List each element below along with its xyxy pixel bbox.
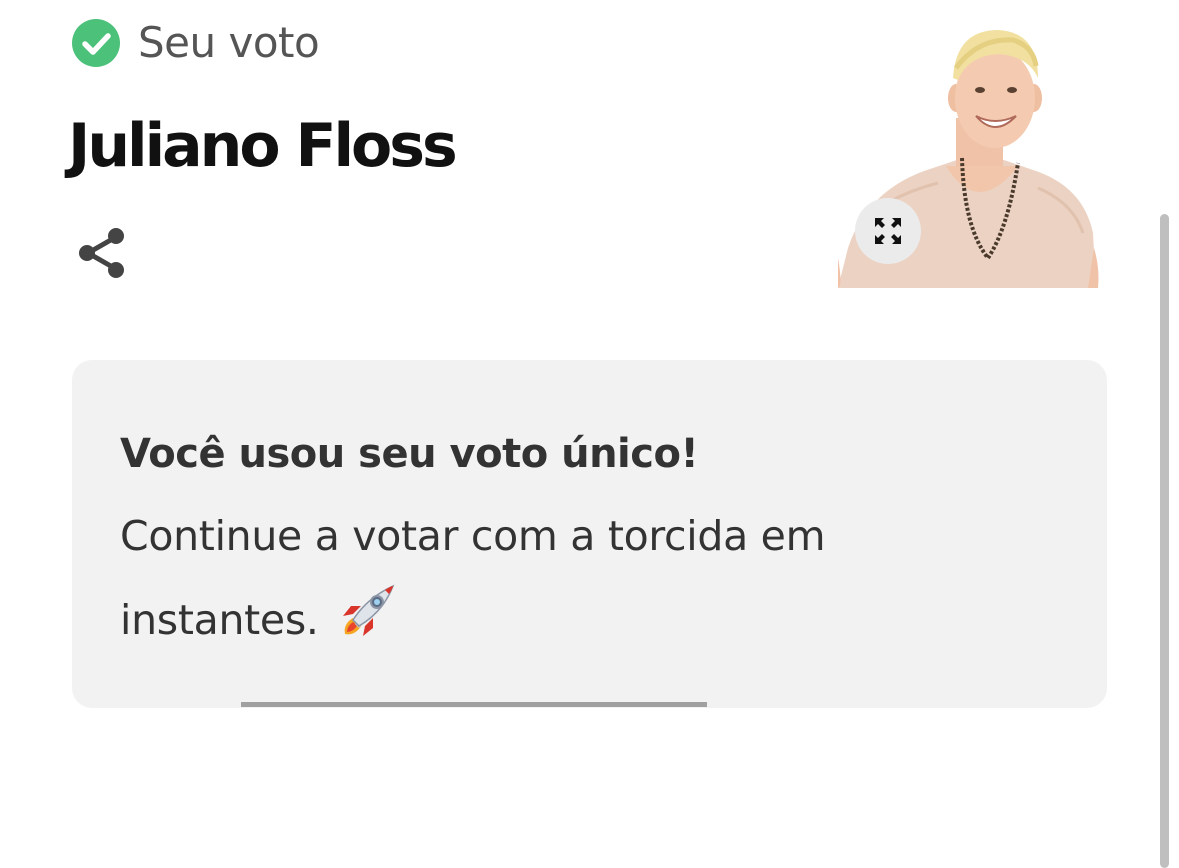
progress-fill	[241, 702, 707, 707]
vote-confirmation-page: Seu voto Juliano Floss Você usou seu vot…	[0, 0, 1179, 868]
candidate-name: Juliano Floss	[68, 111, 458, 181]
message-body: Continue a votar com a torcida em instan…	[120, 512, 826, 644]
share-button[interactable]	[76, 224, 130, 282]
message-body-paragraph: Continue a votar com a torcida em instan…	[120, 494, 920, 662]
share-icon	[79, 228, 124, 278]
message-title: Você usou seu voto único!	[120, 431, 699, 477]
vote-status: Seu voto	[72, 18, 320, 68]
rocket-icon	[343, 584, 396, 636]
vote-status-label: Seu voto	[138, 18, 320, 67]
loading-progress-bar	[241, 702, 707, 707]
vote-message-card: Você usou seu voto único! Continue a vot…	[72, 360, 1107, 708]
expand-icon	[875, 218, 901, 244]
expand-photo-button[interactable]	[855, 198, 921, 264]
page-scrollbar[interactable]	[1160, 214, 1169, 868]
check-circle-icon	[72, 19, 120, 67]
